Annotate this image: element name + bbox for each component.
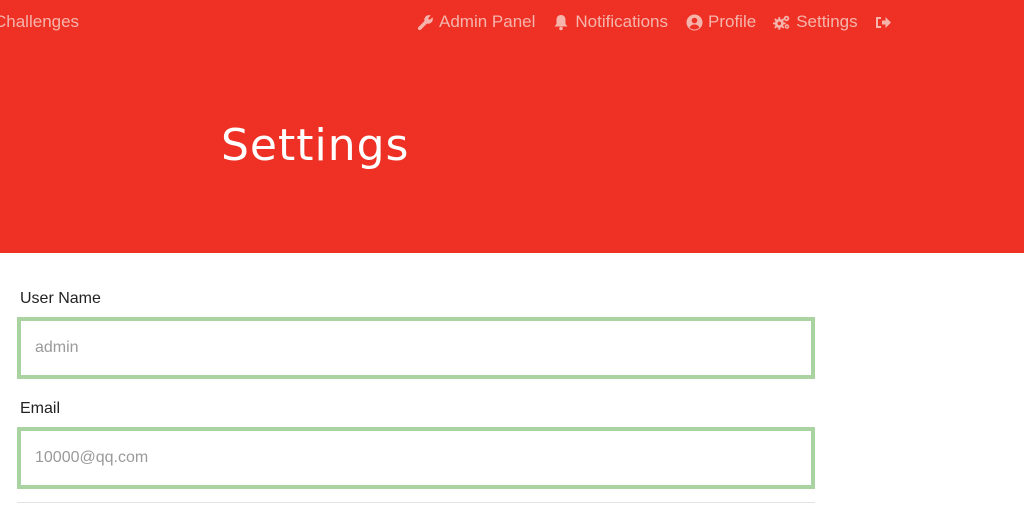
email-input[interactable] bbox=[17, 427, 815, 489]
bell-icon bbox=[552, 13, 570, 31]
navbar-right: Admin Panel Notifications Profile Settin… bbox=[416, 12, 893, 32]
sign-out-icon bbox=[875, 13, 893, 31]
email-label: Email bbox=[20, 400, 61, 417]
email-group: Email bbox=[17, 400, 815, 489]
form-divider bbox=[17, 502, 815, 503]
nav-item-logout[interactable] bbox=[875, 13, 893, 31]
page-title: Settings bbox=[221, 120, 410, 171]
nav-item-label: Notifications bbox=[575, 12, 668, 31]
nav-item-settings[interactable]: Settings bbox=[773, 12, 858, 32]
user-circle-icon bbox=[685, 13, 703, 31]
cogs-icon bbox=[773, 13, 791, 31]
nav-item-profile[interactable]: Profile bbox=[685, 12, 756, 32]
nav-item-notifications[interactable]: Notifications bbox=[552, 12, 668, 32]
wrench-icon bbox=[416, 13, 434, 31]
settings-form: User Name Email bbox=[17, 290, 815, 489]
username-group: User Name bbox=[17, 290, 815, 379]
nav-item-label: Admin Panel bbox=[439, 12, 536, 31]
username-label: User Name bbox=[20, 290, 101, 307]
nav-item-admin-panel[interactable]: Admin Panel bbox=[416, 12, 535, 32]
nav-item-label: Settings bbox=[796, 12, 858, 31]
username-input[interactable] bbox=[17, 317, 815, 379]
nav-item-label: Profile bbox=[708, 12, 757, 31]
page-header: Challenges Admin Panel Notifications Pro… bbox=[0, 0, 1024, 253]
nav-link-challenges[interactable]: Challenges bbox=[0, 12, 79, 32]
